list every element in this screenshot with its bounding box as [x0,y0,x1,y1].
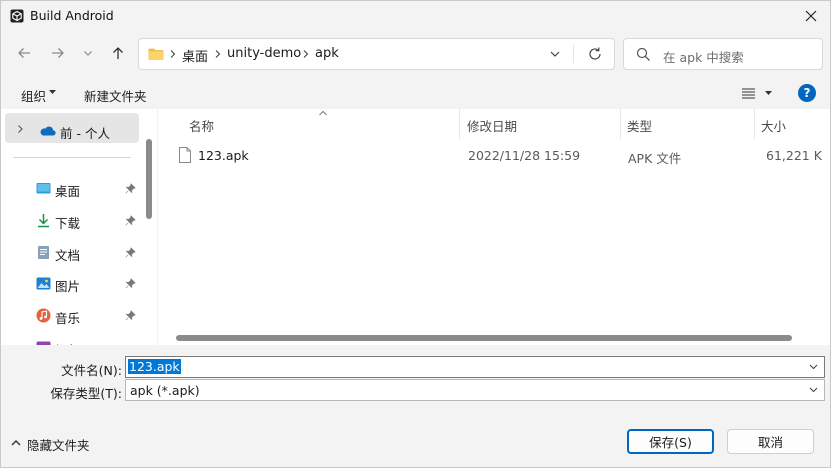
breadcrumb-apk[interactable]: apk [315,46,339,61]
picture-icon [36,277,51,290]
nav-item-documents[interactable]: 文档 [1,239,141,267]
file-type: APK 文件 [628,151,682,166]
address-divider [573,45,574,63]
nav-item-label: 前 - 个人 [60,126,110,141]
nav-item-pictures[interactable]: 图片 [1,270,141,298]
desktop-icon [36,183,51,194]
back-button[interactable] [11,40,37,66]
chevron-right-icon [170,50,176,58]
chevron-right-icon [303,50,309,58]
chevron-down-icon[interactable] [809,387,818,393]
column-header-modified[interactable]: 修改日期 [467,116,517,135]
file-name: 123.apk [198,148,249,163]
save-dialog: Build Android 桌面 unity-demo apk 在 apk 中搜… [0,0,831,468]
nav-scrollbar-thumb[interactable] [146,139,152,219]
nav-item-label: 图片 [55,279,81,294]
column-header-name[interactable]: 名称 [189,116,214,135]
address-bar[interactable]: 桌面 unity-demo apk [138,38,615,70]
chevron-down-icon[interactable] [548,47,562,61]
arrow-up-icon [113,47,123,59]
organize-button[interactable]: 组织 [21,86,46,105]
breadcrumb-desktop[interactable]: 桌面 [182,46,208,65]
arrow-left-icon [18,48,30,58]
nav-scrollbar[interactable] [142,109,157,345]
horizontal-scrollbar[interactable] [158,328,830,345]
document-icon [38,246,49,259]
recent-locations-button[interactable] [75,40,101,66]
nav-item-label: 文档 [55,248,81,263]
filename-label: 文件名(N): [61,363,122,378]
arrow-right-icon [52,48,64,58]
file-icon [179,147,191,163]
download-icon [38,214,49,228]
save-button[interactable]: 保存(S) [627,429,714,454]
pin-icon [125,183,136,194]
filename-input[interactable]: 123.apk [125,356,825,378]
help-icon[interactable]: ? [798,84,816,102]
forward-button[interactable] [45,40,71,66]
nav-item-label: 视频 [55,340,80,345]
search-placeholder: 在 apk 中搜索 [663,50,744,65]
chevron-right-icon[interactable] [17,124,24,134]
cloud-icon [40,126,56,136]
chevron-up-icon [11,440,21,446]
pin-icon [125,278,136,289]
new-folder-button[interactable]: 新建文件夹 [84,86,147,105]
navigation-pane: 前 - 个人 桌面 下载 文档 图片 音乐 [1,109,157,345]
file-size: 61,221 K [766,148,822,163]
nav-divider [13,157,131,158]
save-form: 文件名(N): 123.apk 保存类型(T): apk (*.apk) 隐藏文… [1,347,830,467]
sort-ascending-icon [319,110,327,116]
column-header-type[interactable]: 类型 [627,116,652,135]
unity-logo-icon [10,9,24,23]
chevron-down-icon [84,51,92,56]
music-icon [36,308,51,323]
chevron-right-icon [215,50,221,58]
window-title: Build Android [30,8,114,23]
nav-item-label: 下载 [55,216,81,231]
video-icon [36,341,51,345]
file-modified: 2022/11/28 15:59 [468,148,581,163]
caret-down-icon[interactable] [765,91,772,96]
caret-down-icon [49,90,56,94]
column-divider[interactable] [620,109,621,139]
refresh-icon[interactable] [587,46,603,62]
folder-icon [148,48,164,60]
nav-item-onedrive[interactable]: 前 - 个人 [5,113,139,143]
nav-item-downloads[interactable]: 下载 [1,207,141,235]
table-row[interactable]: 123.apk 2022/11/28 15:59 APK 文件 61,221 K [158,145,830,167]
search-icon [636,47,650,61]
close-button[interactable] [800,5,822,27]
close-icon [805,10,817,22]
filename-value: 123.apk [128,359,181,374]
hide-folders-label: 隐藏文件夹 [27,438,90,453]
command-bar: 组织 新建文件夹 ? [1,79,830,109]
search-box[interactable]: 在 apk 中搜索 [623,38,823,70]
up-button[interactable] [105,40,131,66]
nav-item-label: 桌面 [55,184,81,199]
horizontal-scrollbar-thumb[interactable] [176,335,792,341]
pin-icon [125,215,136,226]
filetype-select[interactable]: apk (*.apk) [125,379,825,401]
nav-item-music[interactable]: 音乐 [1,302,141,330]
column-divider[interactable] [459,109,460,139]
column-header-size[interactable]: 大小 [761,116,786,135]
navigation-bar: 桌面 unity-demo apk 在 apk 中搜索 [1,31,830,77]
breadcrumb-unity-demo[interactable]: unity-demo [227,46,301,61]
filetype-label: 保存类型(T): [50,386,122,401]
title-bar: Build Android [1,1,830,31]
nav-item-videos[interactable]: 视频 [1,334,141,345]
file-list: 名称 修改日期 类型 大小 123.apk 2022/11/28 15:59 A… [158,109,830,345]
filetype-value: apk (*.apk) [130,383,200,398]
view-options-icon[interactable] [741,87,756,100]
nav-item-desktop[interactable]: 桌面 [1,175,141,203]
nav-item-label: 音乐 [55,311,81,326]
cancel-button[interactable]: 取消 [727,429,814,454]
column-divider[interactable] [754,109,755,139]
chevron-down-icon[interactable] [809,364,818,370]
pin-icon [125,310,136,321]
pin-icon [125,247,136,258]
